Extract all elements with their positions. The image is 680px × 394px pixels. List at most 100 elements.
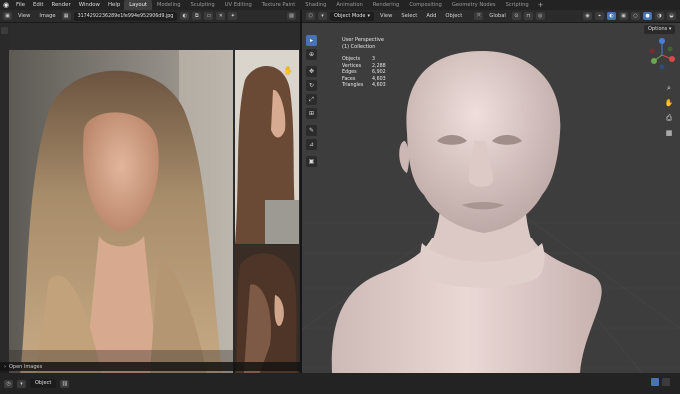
viewport-navigation: ⌕ ✋ ⎙ ▦	[664, 83, 676, 143]
tab-sculpting[interactable]: Sculpting	[186, 0, 220, 10]
hand-pan-icon[interactable]: ✋	[283, 66, 293, 76]
reference-photo-main	[9, 50, 233, 386]
image-view-menu[interactable]: View	[15, 13, 33, 19]
chevron-right-icon: ›	[4, 363, 6, 370]
toggle-icon[interactable]	[662, 378, 670, 386]
open-folder-icon[interactable]: ▭	[204, 12, 214, 20]
status-toggles	[651, 378, 670, 386]
snap-icon[interactable]: ⊓	[523, 12, 533, 20]
tab-texture-paint[interactable]: Texture Paint	[257, 0, 300, 10]
editor-type-icon[interactable]: ▣	[3, 12, 12, 20]
blender-logo-icon[interactable]: ◉	[0, 0, 12, 10]
stat-value: 4,603	[372, 83, 386, 88]
move-tool-icon[interactable]: ✥	[306, 66, 317, 77]
object-mode-select[interactable]: Object Mode ▾	[330, 11, 375, 21]
hand-pan-icon[interactable]: ✋	[664, 98, 674, 108]
toggle-icon[interactable]	[651, 378, 659, 386]
menu-edit[interactable]: Edit	[29, 0, 47, 10]
top-bar: ◉ File Edit Render Window Help Layout Mo…	[0, 0, 680, 10]
image-editor-header: ▣ View Image ▦ 3174292236289e1fe994e9529…	[0, 10, 300, 23]
tab-uv-editing[interactable]: UV Editing	[220, 0, 257, 10]
tab-geometry-nodes[interactable]: Geometry Nodes	[447, 0, 501, 10]
link-icon[interactable]: ⛓	[60, 379, 70, 388]
overlay-toggle-icon[interactable]: ◐	[607, 12, 616, 20]
tab-layout[interactable]: Layout	[124, 0, 152, 10]
chevron-down-icon: ▾	[367, 12, 371, 19]
select-tool-icon[interactable]: ▸	[306, 35, 317, 46]
sample-tool-icon[interactable]	[1, 27, 8, 34]
perspective-label: User Perspective	[342, 37, 384, 43]
unlink-icon[interactable]: ✕	[216, 12, 226, 20]
viewport-select-menu[interactable]: Select	[398, 13, 420, 19]
3d-viewport[interactable]: ▸ ⊕ ✥ ↻ ⤢ ⊞ ✎ ⊿ ▣ User Perspective (1) C…	[302, 23, 680, 373]
image-toolbar	[0, 23, 9, 363]
image-filename-field[interactable]: 3174292236289e1fe994e952906d9.jpg	[73, 11, 178, 21]
options-label: Options	[648, 26, 668, 32]
tab-scripting[interactable]: Scripting	[501, 0, 534, 10]
material-shading-icon[interactable]: ◑	[655, 12, 664, 20]
viewport-header: ⬡ ▾ Object Mode ▾ View Select Add Object…	[302, 10, 680, 23]
fake-user-icon[interactable]: ◐	[180, 12, 190, 20]
menu-file[interactable]: File	[12, 0, 29, 10]
gizmo-toggle-icon[interactable]: ⌖	[595, 12, 604, 20]
editor-type-3d-icon[interactable]: ⬡	[306, 12, 315, 20]
transform-orientation-select[interactable]: Global	[486, 13, 509, 19]
menu-window[interactable]: Window	[75, 0, 104, 10]
tab-modeling[interactable]: Modeling	[152, 0, 186, 10]
zoom-icon[interactable]: ⌕	[664, 83, 674, 93]
viewport-toolbar: ▸ ⊕ ✥ ↻ ⤢ ⊞ ✎ ⊿ ▣	[306, 35, 318, 170]
scale-tool-icon[interactable]: ⤢	[306, 94, 317, 105]
solid-shading-icon[interactable]: ●	[643, 12, 652, 20]
open-images-label: Open Images	[9, 363, 43, 370]
annotate-tool-icon[interactable]: ✎	[306, 125, 317, 136]
image-navigation: ⌕ ✋	[283, 51, 295, 81]
viewport-object-menu[interactable]: Object	[442, 13, 465, 19]
image-image-menu[interactable]: Image	[36, 13, 58, 19]
image-browse-icon[interactable]: ▦	[61, 12, 71, 20]
new-image-icon[interactable]: ⧉	[192, 12, 202, 20]
view-icon[interactable]: ▾	[17, 379, 26, 388]
options-button[interactable]: Options ▾	[644, 25, 676, 34]
viewport-view-menu[interactable]: View	[377, 13, 395, 19]
tab-shading[interactable]: Shading	[300, 0, 331, 10]
object-select[interactable]: Object	[30, 379, 57, 388]
add-workspace-icon[interactable]: +	[534, 0, 548, 10]
rotate-tool-icon[interactable]: ↻	[306, 80, 317, 91]
wireframe-shading-icon[interactable]: ○	[631, 12, 640, 20]
menu-render[interactable]: Render	[47, 0, 74, 10]
transform-orientation-icon[interactable]: ⤧	[474, 12, 484, 20]
image-settings-icon[interactable]: ▨	[287, 12, 296, 20]
timeline-icon[interactable]: ◷	[4, 379, 13, 388]
rendered-shading-icon[interactable]: ◒	[667, 12, 676, 20]
open-images-bar[interactable]: › Open Images	[0, 362, 300, 371]
add-cube-tool-icon[interactable]: ▣	[306, 156, 317, 167]
object-mode-label: Object Mode	[334, 12, 366, 19]
x-axis-icon	[669, 56, 675, 62]
menu-help[interactable]: Help	[104, 0, 124, 10]
image-editor-area[interactable]: ⌕ ✋	[0, 23, 300, 386]
mode-icon[interactable]: ▾	[318, 12, 327, 20]
z-axis-icon	[659, 38, 665, 44]
proportional-edit-icon[interactable]: ◎	[535, 12, 545, 20]
transform-tool-icon[interactable]: ⊞	[306, 108, 317, 119]
tab-animation[interactable]: Animation	[331, 0, 367, 10]
viewport-add-menu[interactable]: Add	[423, 13, 439, 19]
measure-tool-icon[interactable]: ⊿	[306, 139, 317, 150]
navigation-gizmo[interactable]	[648, 37, 676, 73]
cursor-tool-icon[interactable]: ⊕	[306, 49, 317, 60]
viewport-info: User Perspective (1) Collection	[342, 37, 384, 50]
zoom-icon[interactable]: ⌕	[283, 51, 293, 61]
status-bar: ◷ ▾ Object ⛓	[0, 373, 680, 394]
tab-rendering[interactable]: Rendering	[368, 0, 405, 10]
y-axis-icon	[651, 58, 657, 64]
visibility-icon[interactable]: ◉	[583, 12, 592, 20]
pivot-icon[interactable]: ⊙	[511, 12, 521, 20]
camera-icon[interactable]: ⎙	[664, 113, 674, 123]
collection-label: (1) Collection	[342, 43, 376, 50]
pin-icon[interactable]: ✦	[228, 12, 238, 20]
tab-compositing[interactable]: Compositing	[404, 0, 447, 10]
xray-icon[interactable]: ▣	[619, 12, 628, 20]
stat-label: Triangles	[342, 83, 364, 88]
grid-view-icon[interactable]: ▦	[664, 128, 674, 138]
scene-statistics: Objects 3 Vertices 2,288 Edges 6,902 Faces 4…	[342, 57, 386, 90]
